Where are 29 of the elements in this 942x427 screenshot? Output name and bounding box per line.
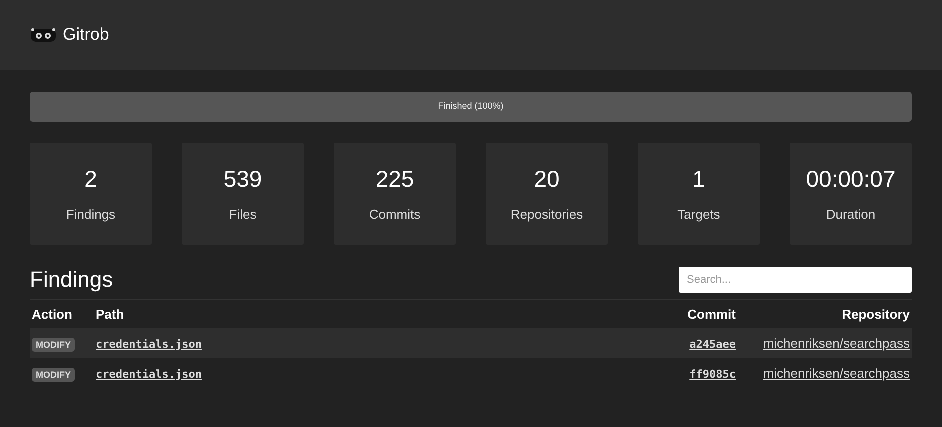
section-title: Findings <box>30 267 114 293</box>
repository-link[interactable]: michenriksen/searchpass <box>763 366 910 380</box>
stat-label: Repositories <box>510 207 584 222</box>
stat-label: Commits <box>369 207 421 222</box>
repository-link[interactable]: michenriksen/searchpass <box>763 336 910 350</box>
stat-value: 00:00:07 <box>806 166 896 193</box>
file-path-link[interactable]: credentials.json <box>96 338 202 350</box>
commit-link[interactable]: ff9085c <box>690 368 736 380</box>
stat-value: 20 <box>534 166 560 193</box>
column-header: Repository <box>738 300 912 328</box>
commit-link[interactable]: a245aee <box>690 338 736 350</box>
owl-logo-icon <box>30 27 57 43</box>
stat-label: Targets <box>678 207 720 222</box>
search-field[interactable]: Search... <box>679 267 912 293</box>
file-path-link[interactable]: credentials.json <box>96 368 202 380</box>
action-badge: MODIFY <box>32 338 75 352</box>
column-header: Path <box>94 300 530 328</box>
stat-value: 225 <box>376 166 414 193</box>
stat-value: 1 <box>692 166 706 193</box>
column-header: Action <box>30 300 94 328</box>
progress-label: Finished (100%) <box>437 101 505 111</box>
column-header: Commit <box>530 300 738 328</box>
stat-label: Duration <box>826 207 876 222</box>
brand-name[interactable]: Gitrob <box>63 25 110 45</box>
stat-label: Files <box>229 207 257 222</box>
stat-value: 539 <box>224 166 262 193</box>
stat-label: Findings <box>66 207 116 222</box>
stat-value: 2 <box>84 166 98 193</box>
action-badge: MODIFY <box>32 368 75 382</box>
